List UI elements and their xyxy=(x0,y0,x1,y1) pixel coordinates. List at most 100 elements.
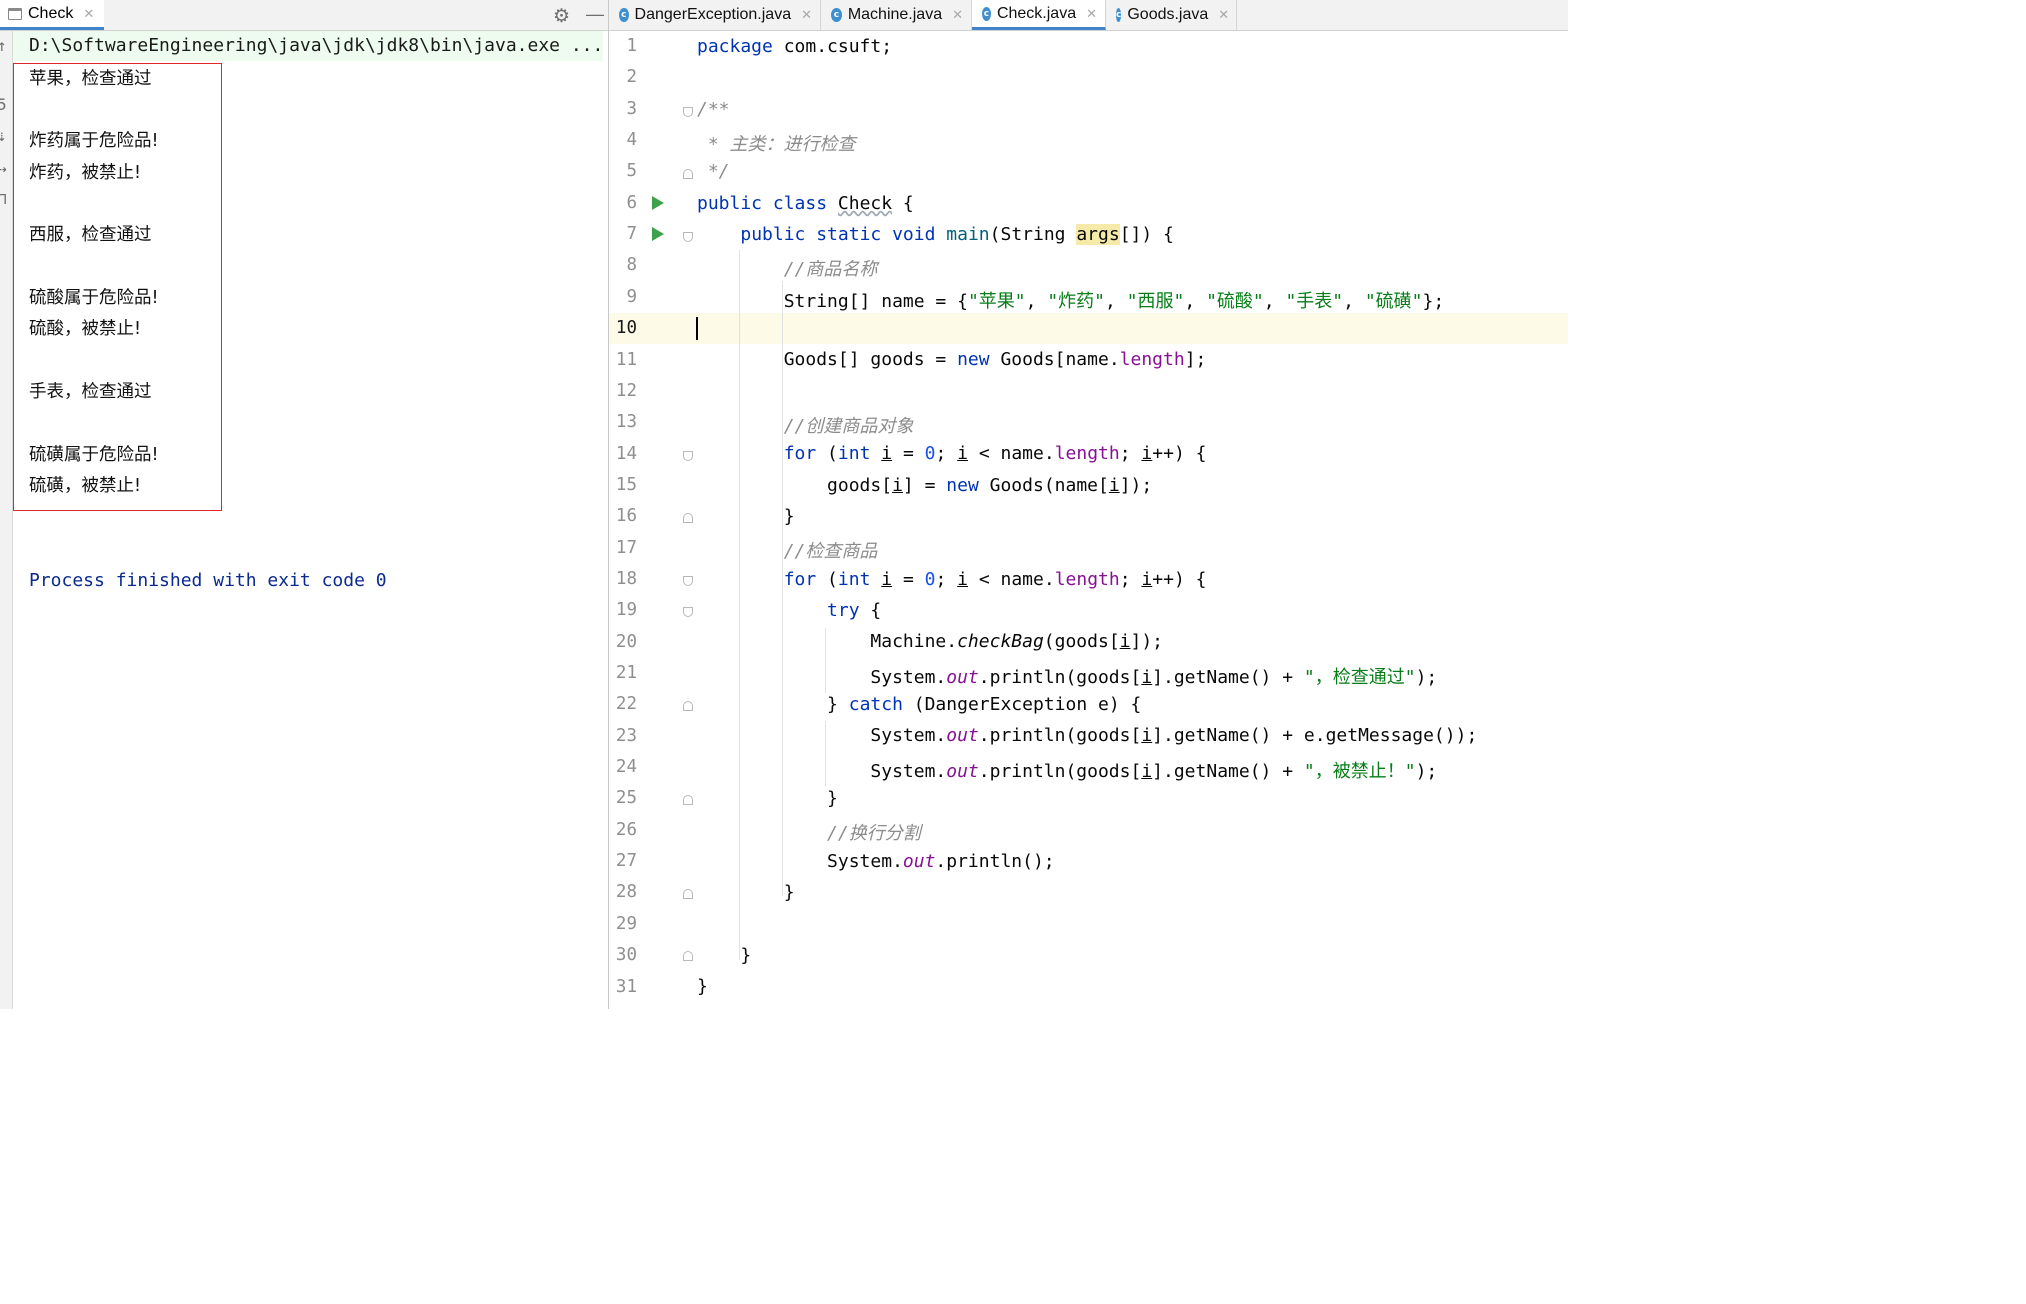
tab-label: Goods.java xyxy=(1127,6,1209,23)
code-line-7: public static void main(String args[]) { xyxy=(740,224,1174,245)
fold-icon[interactable] xyxy=(683,576,693,586)
code-line-21: System.out.println(goods[i].getName() + … xyxy=(870,667,1438,688)
close-icon[interactable]: ✕ xyxy=(952,7,963,23)
line-number: 23 xyxy=(615,725,637,746)
line-number: 18 xyxy=(615,568,637,589)
run-tool-window: Check ✕ ⚙ — ↑ 5 ⇣ ⇢ ⊓ D:\SoftwareEnginee… xyxy=(0,0,608,1009)
close-icon[interactable]: ✕ xyxy=(83,6,94,22)
code-line-23: System.out.println(goods[i].getName() + … xyxy=(870,725,1478,746)
code-line-20: Machine.checkBag(goods[i]); xyxy=(870,631,1164,652)
code-line-24: System.out.println(goods[i].getName() + … xyxy=(870,761,1438,782)
code-line-14: for (int i = 0; i < name.length; i++) { xyxy=(783,443,1207,464)
tab-label: DangerException.java xyxy=(634,6,792,23)
code-editor: c DangerException.java ✕ c Machine.java … xyxy=(609,0,1568,1009)
text-caret xyxy=(696,317,698,340)
line-number: 20 xyxy=(615,631,637,652)
code-line-18: for (int i = 0; i < name.length; i++) { xyxy=(783,569,1207,590)
line-number: 27 xyxy=(615,851,637,872)
fold-icon[interactable] xyxy=(683,795,693,805)
soft-wrap-icon[interactable]: ⇢ xyxy=(0,159,7,178)
code-line-3: /** xyxy=(697,99,730,120)
code-line-17: //检查商品 xyxy=(783,541,878,562)
line-number: 19 xyxy=(615,600,637,621)
code-area[interactable]: 1 2 3 4 5 6 7 8 9 10 11 12 13 14 15 16 17 18 19 20 21 22 23 24 2… xyxy=(609,31,1568,1009)
tab-machine[interactable]: c Machine.java ✕ xyxy=(821,0,972,30)
line-number: 7 xyxy=(626,224,637,245)
run-main-icon[interactable] xyxy=(652,227,664,241)
line-number: 29 xyxy=(615,913,637,934)
line-number: 2 xyxy=(626,67,637,88)
line-number: 13 xyxy=(615,412,637,433)
editor-tab-bar: c DangerException.java ✕ c Machine.java … xyxy=(609,0,1568,31)
code-line-6: public class Check { xyxy=(697,193,914,214)
close-icon[interactable]: ✕ xyxy=(1218,7,1229,23)
line-number: 24 xyxy=(615,757,637,778)
stop-icon[interactable]: 5 xyxy=(0,95,7,114)
rerun-icon[interactable]: ↑ xyxy=(0,36,7,55)
line-number: 15 xyxy=(615,474,637,495)
code-line-19: try { xyxy=(827,600,882,621)
tab-label: Machine.java xyxy=(847,6,943,23)
tab-dangerexception[interactable]: c DangerException.java ✕ xyxy=(609,0,821,30)
code-line-31: } xyxy=(697,976,708,997)
code-line-16: } xyxy=(783,506,795,527)
close-icon[interactable]: ✕ xyxy=(1086,6,1097,22)
tab-check[interactable]: c Check.java ✕ xyxy=(972,0,1106,30)
run-class-icon[interactable] xyxy=(652,196,664,210)
line-number: 22 xyxy=(615,694,637,715)
code-line-13: //创建商品对象 xyxy=(783,416,914,437)
run-toolbar: ↑ 5 ⇣ ⇢ ⊓ xyxy=(0,31,13,1009)
fold-icon[interactable] xyxy=(683,607,693,617)
line-number: 28 xyxy=(615,882,637,903)
gear-icon[interactable]: ⚙ xyxy=(553,5,570,28)
line-number: 21 xyxy=(615,663,637,683)
line-number: 3 xyxy=(626,98,637,119)
line-number: 31 xyxy=(615,976,637,997)
line-number: 4 xyxy=(626,130,637,151)
console-output[interactable]: D:\SoftwareEngineering\java\jdk\jdk8\bin… xyxy=(13,31,608,1009)
run-tab-check[interactable]: Check ✕ xyxy=(0,0,105,30)
fold-icon[interactable] xyxy=(683,232,693,242)
fold-icon[interactable] xyxy=(683,889,693,899)
print-icon[interactable]: ⊓ xyxy=(0,189,7,208)
code-line-11: Goods[] goods = new Goods[name.length]; xyxy=(783,349,1207,370)
code-line-28: } xyxy=(783,882,795,903)
exit-message: Process finished with exit code 0 xyxy=(29,570,387,591)
class-icon: c xyxy=(831,8,842,22)
code-line-1: package com.csuft; xyxy=(697,36,893,57)
code-line-26: //换行分割 xyxy=(827,823,921,844)
scroll-to-end-icon[interactable]: ⇣ xyxy=(0,126,7,145)
fold-icon[interactable] xyxy=(683,169,693,179)
close-icon[interactable]: ✕ xyxy=(801,7,812,23)
output-highlight-box xyxy=(13,63,222,511)
tab-label: Check.java xyxy=(996,4,1077,22)
run-tab-label: Check xyxy=(28,4,74,22)
line-number: 26 xyxy=(615,819,637,840)
fold-icon[interactable] xyxy=(683,513,693,523)
line-number: 6 xyxy=(626,192,637,213)
code-line-4: * 主类：进行检查 xyxy=(697,134,856,155)
line-number: 16 xyxy=(615,506,637,527)
current-line-highlight xyxy=(609,313,1568,344)
class-icon: c xyxy=(1116,8,1122,22)
line-number: 30 xyxy=(615,945,637,966)
line-number: 5 xyxy=(626,161,637,182)
line-number: 17 xyxy=(615,537,637,558)
command-line: D:\SoftwareEngineering\java\jdk\jdk8\bin… xyxy=(13,31,603,61)
code-line-25: } xyxy=(827,788,838,809)
line-number: 9 xyxy=(626,286,637,307)
runnable-class-icon: c xyxy=(982,6,991,21)
line-number: 10 xyxy=(615,318,637,339)
code-line-27: System.out.println(); xyxy=(827,851,1055,872)
line-number: 1 xyxy=(626,36,637,56)
class-icon: c xyxy=(619,8,629,22)
fold-icon[interactable] xyxy=(683,107,693,117)
fold-icon[interactable] xyxy=(683,451,693,461)
fold-icon[interactable] xyxy=(683,701,693,711)
code-line-22: } catch (DangerException e) { xyxy=(827,694,1142,715)
tab-goods[interactable]: c Goods.java ✕ xyxy=(1106,0,1237,30)
code-line-5: */ xyxy=(697,161,730,182)
minimize-icon[interactable]: — xyxy=(586,4,604,25)
code-line-30: } xyxy=(740,945,752,966)
fold-icon[interactable] xyxy=(683,951,693,961)
